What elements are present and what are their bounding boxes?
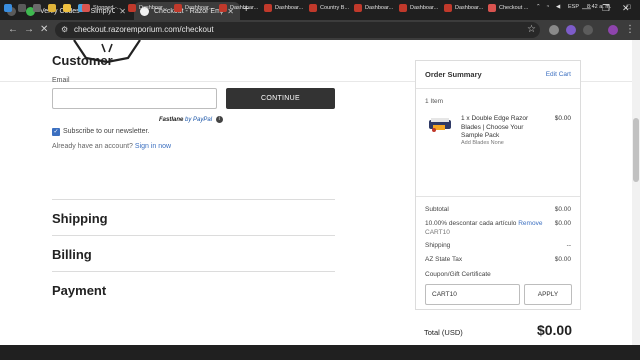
bookmark-star-icon[interactable]: ☆ [527, 24, 536, 36]
shipping-label: Shipping [425, 242, 451, 249]
taskbar-item-label: Checkout ... [499, 4, 529, 11]
total-label: Total (USD) [424, 328, 463, 337]
discount-code: CART10 [425, 229, 450, 236]
account-text: Already have an account? [52, 143, 133, 150]
taskbar-item-label: Stopped -... [93, 4, 122, 11]
tax-label: AZ State Tax [425, 256, 463, 263]
coupon-field[interactable]: CART10 [425, 284, 520, 305]
continue-button[interactable]: CONTINUE [226, 88, 335, 109]
extensions-puzzle-icon[interactable] [583, 25, 593, 35]
customer-heading: Customer [52, 53, 113, 68]
search-icon[interactable] [18, 2, 26, 13]
shipping-value: -- [566, 242, 571, 249]
start-icon[interactable] [4, 2, 12, 13]
profile-avatar-icon[interactable] [608, 25, 618, 35]
taskbar-item-label: Dashboar... [139, 4, 168, 11]
taskview-icon[interactable] [33, 2, 41, 13]
notifications-icon[interactable]: ▢ [626, 4, 631, 10]
discount-value: $0.00 [554, 220, 571, 227]
product-price: $0.00 [554, 115, 571, 122]
volume-icon[interactable]: ◀ [556, 4, 560, 10]
language-indicator[interactable]: ESP [568, 4, 579, 10]
scrollbar-thumb[interactable] [633, 118, 639, 182]
remove-discount-link[interactable]: Remove [518, 220, 542, 227]
url-text[interactable]: checkout.razoremporium.com/checkout [74, 24, 214, 36]
taskbar-item-label: Dashboar... [410, 4, 439, 11]
shipping-heading[interactable]: Shipping [52, 211, 108, 226]
order-summary-title: Order Summary [425, 70, 482, 79]
chrome-icon[interactable] [48, 2, 56, 13]
taskbar-item[interactable]: Dashboar... [444, 2, 483, 13]
taskbar-item[interactable]: Dashboar... [128, 2, 167, 13]
taskbar-item-label: Dashboar... [455, 4, 484, 11]
taskbar-item[interactable]: Dashboar... [264, 2, 303, 13]
clock-time[interactable]: 8:42 a. m. [587, 4, 611, 10]
subscribe-checkbox[interactable]: ✓ [52, 128, 60, 136]
coupon-label: Coupon/Gift Certificate [425, 271, 491, 278]
total-value: $0.00 [536, 322, 572, 338]
email-label: Email [52, 77, 70, 84]
apply-coupon-button[interactable]: APPLY [524, 284, 572, 305]
item-count: 1 Item [425, 98, 444, 105]
edit-cart-link[interactable]: Edit Cart [546, 71, 571, 78]
section-divider [52, 271, 335, 272]
sign-in-link[interactable]: Sign in now [135, 143, 171, 150]
extension-purple-icon[interactable] [566, 25, 576, 35]
site-info-icon[interactable]: ⚙ [61, 24, 68, 36]
subtotal-value: $0.00 [554, 206, 571, 213]
billing-heading[interactable]: Billing [52, 247, 92, 262]
taskbar-item-label: Dashboar... [275, 4, 304, 11]
subscribe-label: Subscribe to our newsletter. [63, 128, 150, 135]
info-icon[interactable]: i [215, 116, 223, 123]
extension-icon[interactable] [549, 25, 559, 35]
browser-menu-icon[interactable]: ⋮ [625, 24, 635, 36]
payment-heading[interactable]: Payment [52, 283, 106, 298]
back-icon[interactable]: ← [8, 24, 18, 36]
taskbar-item[interactable]: Country B... [309, 2, 349, 13]
network-icon[interactable]: ◔ [546, 4, 549, 10]
taskbar-item[interactable]: Dashboar... [219, 2, 258, 13]
order-summary-panel: Order Summary Edit Cart 1 Item 1 x Doubl… [415, 60, 581, 310]
taskbar-item-label: Dashboar... [230, 4, 259, 11]
page-scrollbar[interactable] [632, 40, 640, 345]
taskbar-item[interactable]: Dashboar... [174, 2, 213, 13]
product-thumbnail [429, 118, 451, 132]
summary-divider [416, 196, 580, 197]
fastlane-label: Fastlane [159, 117, 184, 124]
section-divider [52, 235, 335, 236]
tray-chevron-icon[interactable]: ⌃ [536, 4, 541, 10]
discount-label: 10.00% descontar cada artículo [425, 220, 517, 227]
subtotal-label: Subtotal [425, 206, 449, 213]
os-taskbar [0, 345, 640, 360]
taskbar-item-label: Dashboar... [185, 4, 214, 11]
product-name: 1 x Double Edge Razor Blades | Choose Yo… [461, 115, 529, 139]
taskbar-item-label: Country B... [320, 4, 350, 11]
discount-line: 10.00% descontar cada artículo Remove [425, 220, 542, 227]
taskbar-item[interactable]: Stopped -... [82, 2, 121, 13]
fastlane-by-paypal: by PayPal [185, 117, 213, 124]
forward-icon[interactable]: → [24, 24, 34, 36]
taskbar-item[interactable]: Dashboar... [354, 2, 393, 13]
summary-divider [416, 88, 580, 89]
explorer-icon[interactable] [63, 2, 71, 13]
account-prompt: Already have an account? Sign in now [52, 143, 171, 150]
taskbar-item[interactable]: Dashboar... [399, 2, 438, 13]
section-divider [52, 199, 335, 200]
email-field[interactable] [52, 88, 217, 109]
tax-value: $0.00 [554, 256, 571, 263]
taskbar-item[interactable]: Checkout ... [488, 2, 528, 13]
fastlane-badge: Fastlane by PayPal i [159, 116, 223, 123]
product-option: Add Blades None [461, 140, 504, 146]
taskbar-item-label: Dashboar... [365, 4, 394, 11]
stop-loading-icon[interactable]: ✕ [40, 24, 48, 36]
